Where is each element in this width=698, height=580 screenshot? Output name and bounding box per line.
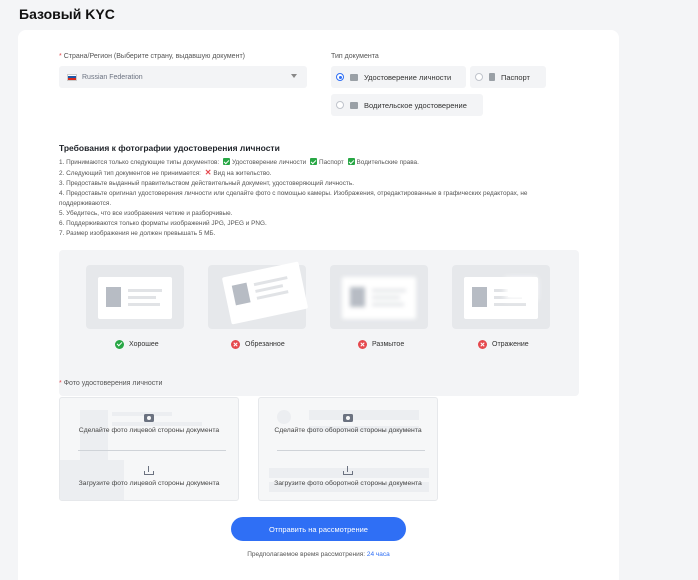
doc-type-option-id-card[interactable]: Удостоверение личности bbox=[331, 66, 466, 88]
cross-icon: ✕ bbox=[204, 168, 212, 177]
requirement-line: 2. Следующий тип документов не принимает… bbox=[59, 168, 272, 177]
radio-unselected-icon[interactable] bbox=[475, 73, 483, 81]
radio-selected-icon[interactable] bbox=[336, 73, 344, 81]
front-upload-box: Сделайте фото лицевой стороны документа … bbox=[59, 397, 239, 501]
upload-icon bbox=[144, 465, 154, 475]
requirement-line: 4. Предоставьте оригинал удостоверения л… bbox=[59, 190, 528, 207]
doc-type-option-label: Удостоверение личности bbox=[364, 72, 452, 82]
example-cropped-image bbox=[208, 261, 309, 329]
requirements-list: 1. Принимаются только следующие типы док… bbox=[59, 158, 579, 239]
cross-circle-icon bbox=[478, 340, 487, 349]
example-caption-cropped: Обрезанное bbox=[231, 340, 285, 349]
take-back-photo-button[interactable]: Сделайте фото оборотной стороны документ… bbox=[259, 398, 437, 450]
cross-circle-icon bbox=[231, 340, 240, 349]
id-card-icon bbox=[350, 73, 358, 81]
take-front-photo-button[interactable]: Сделайте фото лицевой стороны документа bbox=[60, 398, 238, 450]
upload-front-photo-button[interactable]: Загрузите фото лицевой стороны документа bbox=[60, 450, 238, 500]
example-caption-blurry: Размытое bbox=[358, 340, 404, 349]
example-blurry-image bbox=[330, 265, 428, 329]
review-time-note: Предполагаемое время рассмотрения: 24 ча… bbox=[247, 551, 390, 558]
check-circle-icon bbox=[115, 340, 124, 349]
kyc-form-card: * Страна/Регион (Выберите страну, выдавшу… bbox=[18, 30, 619, 580]
example-good-image bbox=[86, 265, 184, 329]
requirement-line: 3. Предоставьте выданный правительством … bbox=[59, 180, 354, 187]
camera-icon bbox=[144, 414, 154, 422]
doc-type-option-label: Паспорт bbox=[501, 72, 530, 82]
doc-type-label: Тип документа bbox=[331, 53, 379, 60]
camera-icon bbox=[343, 414, 353, 422]
example-caption-good: Хорошее bbox=[115, 340, 159, 349]
country-field-label: * Страна/Регион (Выберите страну, выдавшу… bbox=[59, 53, 245, 60]
submit-for-review-button[interactable]: Отправить на рассмотрение bbox=[231, 517, 406, 541]
id-photo-label: * Фото удостоверения личности bbox=[59, 380, 163, 387]
page-title: Базовый KYC bbox=[19, 6, 115, 22]
example-glare-image bbox=[452, 265, 550, 329]
back-upload-box: Сделайте фото оборотной стороны документ… bbox=[258, 397, 438, 501]
check-icon bbox=[310, 158, 318, 165]
review-time-value: 24 часа bbox=[366, 551, 390, 558]
russia-flag-icon bbox=[67, 73, 77, 81]
requirements-title: Требования к фотографии удостоверения ли… bbox=[59, 143, 280, 153]
requirement-line: 6. Поддерживаются только форматы изображ… bbox=[59, 220, 267, 227]
driver-license-icon bbox=[350, 101, 358, 109]
photo-examples-panel: Хорошее Обрезанное Размытое Отражение bbox=[59, 250, 579, 396]
requirement-line: 1. Принимаются только следующие типы док… bbox=[59, 158, 419, 166]
cross-circle-icon bbox=[358, 340, 367, 349]
upload-icon bbox=[343, 465, 353, 475]
doc-type-option-label: Водительское удостоверение bbox=[364, 100, 467, 110]
caret-down-icon bbox=[291, 74, 297, 78]
country-select-value: Russian Federation bbox=[82, 73, 143, 81]
check-icon bbox=[347, 158, 355, 165]
country-select[interactable]: Russian Federation bbox=[59, 66, 307, 88]
requirement-line: 5. Убедитесь, что все изображения четкие… bbox=[59, 210, 233, 217]
example-caption-glare: Отражение bbox=[478, 340, 529, 349]
passport-icon bbox=[489, 73, 495, 81]
doc-type-option-passport[interactable]: Паспорт bbox=[470, 66, 546, 88]
requirement-line: 7. Размер изображения не должен превышат… bbox=[59, 230, 216, 237]
check-icon bbox=[222, 158, 230, 165]
doc-type-option-driver-license[interactable]: Водительское удостоверение bbox=[331, 94, 483, 116]
upload-back-photo-button[interactable]: Загрузите фото оборотной стороны докумен… bbox=[259, 450, 437, 500]
radio-unselected-icon[interactable] bbox=[336, 101, 344, 109]
